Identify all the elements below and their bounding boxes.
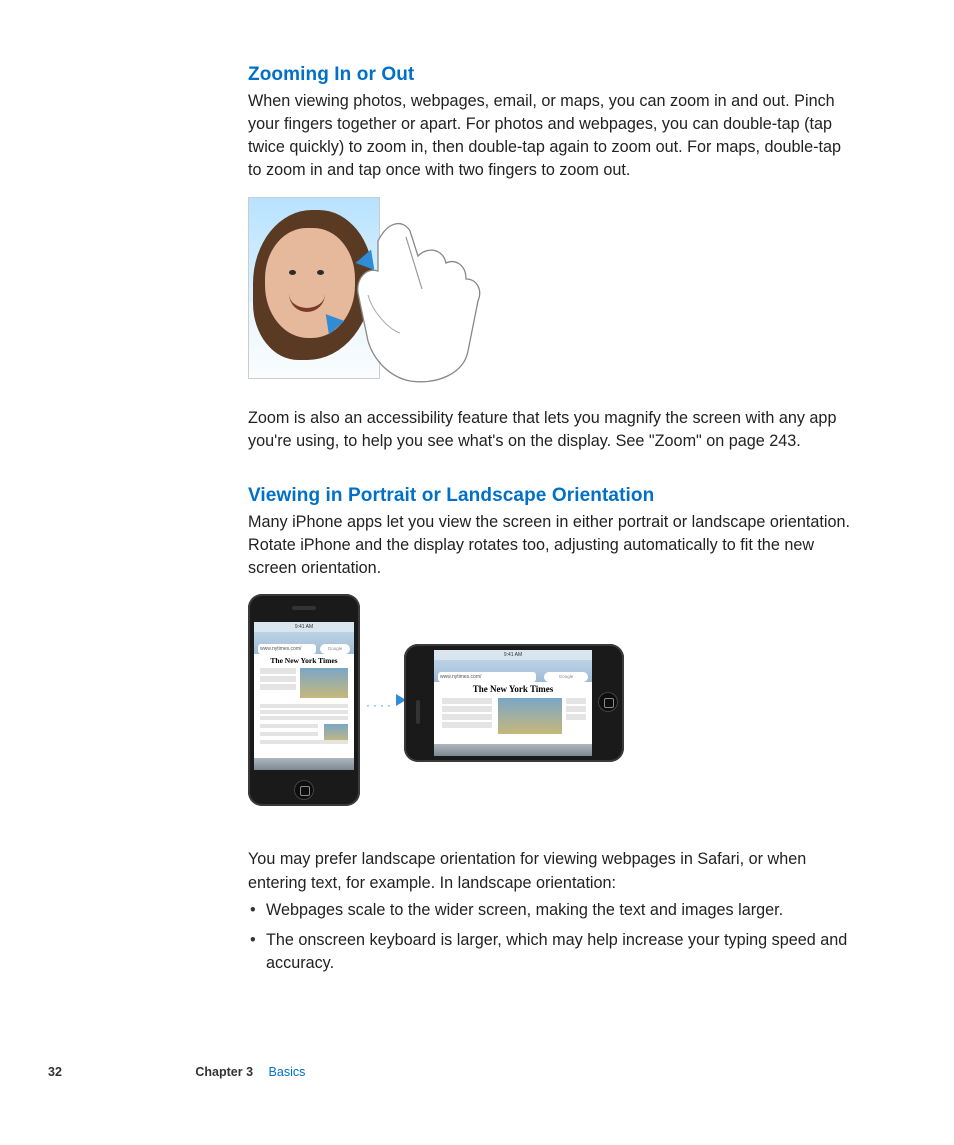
figure-orientation: 9:41 AM www.nytimes.com/ Google The New … (248, 594, 648, 824)
heading-orientation: Viewing in Portrait or Landscape Orienta… (248, 485, 858, 507)
url-bar: www.nytimes.com/ (438, 672, 536, 682)
list-item: Webpages scale to the wider screen, maki… (248, 899, 858, 922)
para-orient-1: Many iPhone apps let you view the screen… (248, 511, 858, 580)
orientation-bullet-list: Webpages scale to the wider screen, maki… (248, 899, 858, 975)
masthead: The New York Times (254, 654, 354, 665)
phone-portrait: 9:41 AM www.nytimes.com/ Google The New … (248, 594, 360, 806)
statusbar-time: 9:41 AM (434, 650, 592, 660)
home-button-icon (294, 780, 314, 800)
para-zoom-1: When viewing photos, webpages, email, or… (248, 90, 858, 183)
list-item: The onscreen keyboard is larger, which m… (248, 929, 858, 974)
chapter-name: Basics (269, 1065, 306, 1079)
statusbar-time: 9:41 AM (254, 622, 354, 632)
chapter-label: Chapter 3 (195, 1065, 253, 1079)
phone-landscape: 9:41 AM www.nytimes.com/ Google The New … (404, 644, 624, 762)
masthead: The New York Times (434, 682, 592, 694)
page-number: 32 (48, 1065, 62, 1079)
para-orient-2: You may prefer landscape orientation for… (248, 848, 858, 894)
para-zoom-2: Zoom is also an accessibility feature th… (248, 407, 858, 453)
home-button-icon (598, 692, 618, 712)
figure-pinch-zoom (248, 197, 858, 387)
hand-icon (318, 201, 518, 391)
search-pill: Google (320, 644, 350, 654)
rotation-dots-icon: ···· (366, 698, 394, 712)
page-footer: 32 Chapter 3 Basics (48, 1065, 908, 1089)
search-pill: Google (544, 672, 588, 682)
url-bar: www.nytimes.com/ (258, 644, 316, 654)
heading-zoom: Zooming In or Out (248, 64, 858, 86)
